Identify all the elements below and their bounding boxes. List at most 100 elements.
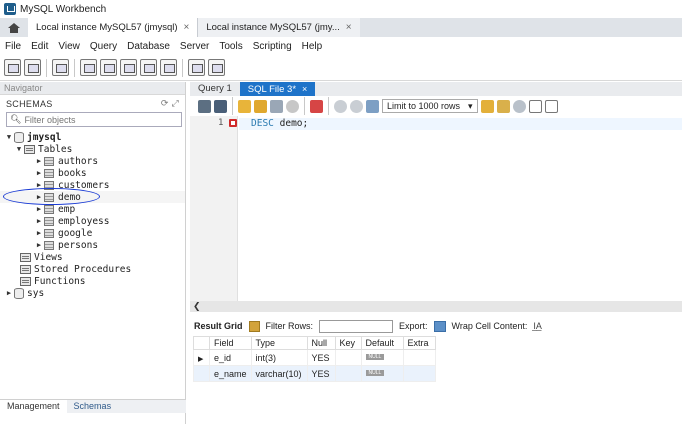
menu-edit[interactable]: Edit xyxy=(26,41,53,52)
open-file-icon[interactable] xyxy=(198,99,211,113)
menu-tools[interactable]: Tools xyxy=(214,41,247,52)
create-schema-icon[interactable] xyxy=(80,59,97,76)
expand-right-icon[interactable]: ▶ xyxy=(34,157,44,165)
cell[interactable]: e_name xyxy=(209,365,252,382)
table-row[interactable]: ▶ e_id int(3) YES NULL xyxy=(193,349,436,366)
tree-folder-functions[interactable]: Functions xyxy=(0,275,185,287)
menu-server[interactable]: Server xyxy=(175,41,214,52)
export-icon[interactable] xyxy=(433,320,446,332)
tree-table-books[interactable]: ▶ books xyxy=(0,167,185,179)
tree-folder-stored-procedures[interactable]: Stored Procedures xyxy=(0,263,185,275)
menu-query[interactable]: Query xyxy=(85,41,122,52)
new-sql-tab-icon[interactable] xyxy=(4,59,21,76)
error-marker-icon[interactable] xyxy=(229,119,237,127)
column-header[interactable]: Default xyxy=(360,336,404,350)
search-table-data-icon[interactable] xyxy=(188,59,205,76)
tree-schema-sys[interactable]: ▶ sys xyxy=(0,287,185,299)
execute-icon[interactable] xyxy=(238,99,251,113)
commit-icon[interactable] xyxy=(334,99,347,113)
column-header[interactable]: Null xyxy=(306,336,336,350)
connection-tab-jmysql[interactable]: Local instance MySQL57 (jmysql) × xyxy=(28,18,198,37)
expand-right-icon[interactable]: ▶ xyxy=(34,169,44,177)
stop-icon[interactable] xyxy=(286,99,299,113)
explain-icon[interactable] xyxy=(270,99,283,113)
save-icon[interactable] xyxy=(214,99,227,113)
tab-management[interactable]: Management xyxy=(0,400,67,413)
cell[interactable]: int(3) xyxy=(250,349,308,366)
reconnect-icon[interactable] xyxy=(208,59,225,76)
tree-table-persons[interactable]: ▶ persons xyxy=(0,239,185,251)
cell[interactable]: YES xyxy=(306,365,336,382)
horizontal-scrollbar[interactable]: ❮ xyxy=(190,301,682,312)
sql-editor[interactable]: DESC demo; xyxy=(239,116,682,301)
wrap-cell-icon[interactable]: I̲A̲ xyxy=(533,321,542,331)
filter-objects-box[interactable]: 🔍︎ xyxy=(6,112,182,127)
create-function-icon[interactable] xyxy=(160,59,177,76)
tree-table-authors[interactable]: ▶ authors xyxy=(0,155,185,167)
expand-right-icon[interactable]: ▶ xyxy=(4,289,14,297)
close-icon[interactable]: × xyxy=(346,22,352,33)
close-icon[interactable]: × xyxy=(302,84,307,94)
tree-table-emp[interactable]: ▶ emp xyxy=(0,203,185,215)
tree-table-google[interactable]: ▶ google xyxy=(0,227,185,239)
rollback-icon[interactable] xyxy=(350,99,363,113)
cell[interactable]: NULL xyxy=(360,349,404,366)
expand-right-icon[interactable]: ▶ xyxy=(34,205,44,213)
create-procedure-icon[interactable] xyxy=(140,59,157,76)
home-tab[interactable] xyxy=(0,18,28,37)
create-view-icon[interactable] xyxy=(120,59,137,76)
wrap-lines-icon[interactable] xyxy=(544,99,558,113)
inspector-icon[interactable] xyxy=(52,59,69,76)
tree-table-demo[interactable]: ▶ demo xyxy=(0,188,185,205)
tree-folder-tables[interactable]: ▼ Tables xyxy=(0,143,185,155)
column-header[interactable]: Type xyxy=(250,336,308,350)
menu-help[interactable]: Help xyxy=(297,41,328,52)
expand-right-icon[interactable]: ▶ xyxy=(34,229,44,237)
cell[interactable] xyxy=(334,365,362,382)
filter-objects-input[interactable] xyxy=(24,114,175,125)
code-line[interactable]: DESC demo; xyxy=(239,118,682,130)
tab-query-1[interactable]: Query 1 xyxy=(190,82,240,96)
close-icon[interactable]: × xyxy=(184,22,190,33)
find-replace-icon[interactable] xyxy=(496,99,510,113)
column-header[interactable]: Key xyxy=(334,336,362,350)
autocommit-icon[interactable] xyxy=(366,99,379,113)
tree-table-employess[interactable]: ▶ employess xyxy=(0,215,185,227)
toggle-error-icon[interactable] xyxy=(310,99,323,113)
cell[interactable] xyxy=(402,349,436,366)
connection-tab-jmy[interactable]: Local instance MySQL57 (jmy... × xyxy=(197,18,360,37)
cell[interactable]: YES xyxy=(306,349,336,366)
column-header[interactable]: Field xyxy=(209,336,252,350)
expand-down-icon[interactable]: ▼ xyxy=(4,133,14,141)
limit-rows-select[interactable]: Limit to 1000 rows ▾ xyxy=(382,99,478,113)
create-table-icon[interactable] xyxy=(100,59,117,76)
cell[interactable]: varchar(10) xyxy=(250,365,308,382)
cell[interactable] xyxy=(334,349,362,366)
cell[interactable]: e_id xyxy=(209,349,252,366)
result-grid-label[interactable]: Result Grid xyxy=(194,321,243,331)
expand-right-icon[interactable]: ▶ xyxy=(34,241,44,249)
cell[interactable] xyxy=(402,365,436,382)
execute-current-icon[interactable] xyxy=(254,99,267,113)
open-sql-script-icon[interactable] xyxy=(24,59,41,76)
menu-scripting[interactable]: Scripting xyxy=(248,41,297,52)
tab-sql-file-3[interactable]: SQL File 3* × xyxy=(239,82,316,96)
scroll-left-icon[interactable]: ❮ xyxy=(193,301,201,312)
menu-file[interactable]: File xyxy=(0,41,26,52)
filter-rows-input[interactable] xyxy=(319,319,394,333)
refresh-expand-icons[interactable]: ⟳ ⤢ xyxy=(161,98,179,109)
expand-down-icon[interactable]: ▼ xyxy=(14,145,24,153)
cell[interactable]: NULL xyxy=(360,365,404,382)
table-row[interactable]: e_name varchar(10) YES NULL xyxy=(193,365,436,382)
search-icon[interactable] xyxy=(512,99,526,113)
menu-view[interactable]: View xyxy=(53,41,85,52)
expand-right-icon[interactable]: ▶ xyxy=(34,217,44,225)
grid-icon[interactable] xyxy=(248,320,260,332)
tree-folder-views[interactable]: Views xyxy=(0,251,185,263)
column-header[interactable]: Extra xyxy=(402,336,436,350)
invisible-chars-icon[interactable] xyxy=(528,99,542,113)
beautify-icon[interactable] xyxy=(480,99,494,113)
menu-database[interactable]: Database xyxy=(122,41,175,52)
tab-schemas[interactable]: Schemas xyxy=(67,400,119,413)
tree-schema-jmysql[interactable]: ▼ jmysql xyxy=(0,131,185,143)
